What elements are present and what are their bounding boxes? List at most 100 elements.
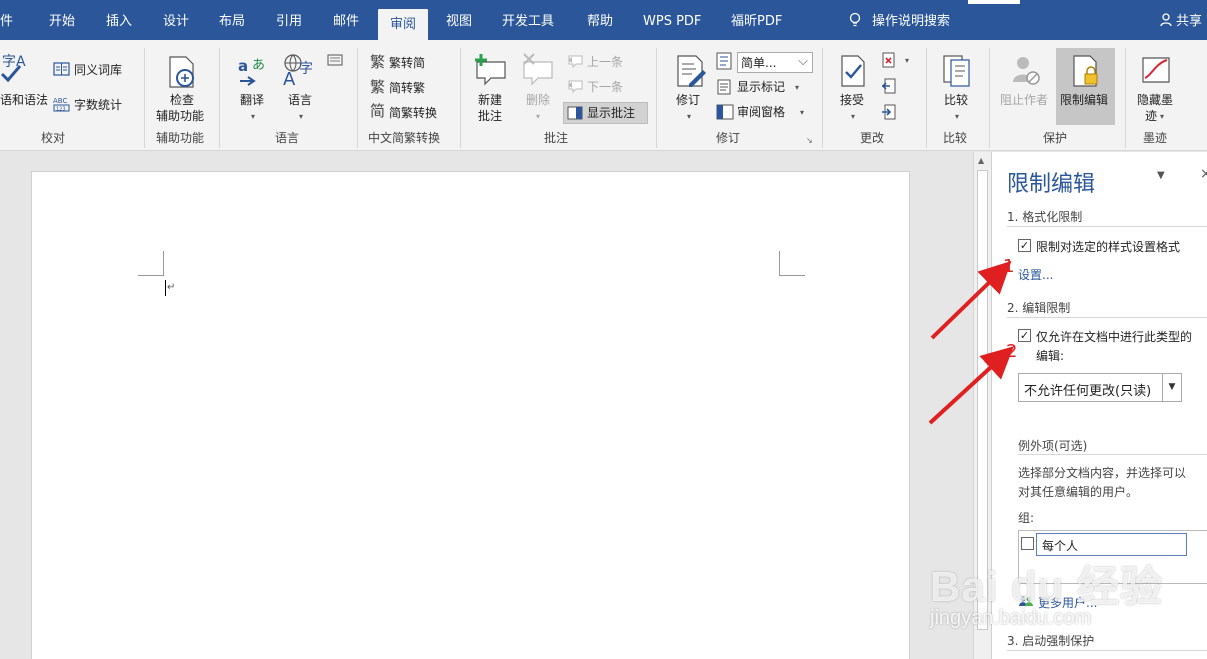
new-comment-label-1[interactable]: 新建: [478, 92, 502, 108]
block-authors-icon[interactable]: [1011, 54, 1043, 88]
convert-label[interactable]: 简繁转换: [389, 105, 437, 121]
tab-home[interactable]: 开始: [49, 11, 75, 33]
svg-text:字: 字: [299, 61, 313, 77]
translate-label[interactable]: 翻译: [240, 92, 264, 108]
tell-me-search[interactable]: 操作说明搜索: [848, 11, 950, 33]
format-restriction-label: 限制对选定的样式设置格式: [1036, 240, 1181, 254]
language-icon[interactable]: A 字: [281, 53, 321, 87]
next-comment-icon[interactable]: [566, 79, 584, 93]
delete-comment-label[interactable]: 删除: [526, 92, 550, 108]
tab-wps-pdf[interactable]: WPS PDF: [643, 11, 701, 33]
tab-review[interactable]: 审阅: [378, 9, 429, 40]
tab-help[interactable]: 帮助: [587, 11, 613, 33]
track-changes-label[interactable]: 修订: [676, 92, 700, 108]
share-label: 共享: [1176, 14, 1203, 29]
translate-icon[interactable]: a あ: [238, 55, 272, 89]
tab-layout[interactable]: 布局: [219, 11, 245, 33]
hide-ink-label-1[interactable]: 隐藏墨: [1137, 92, 1173, 108]
restrict-editing-icon: [1073, 55, 1098, 87]
simp-to-trad-label[interactable]: 简转繁: [389, 80, 425, 96]
chevron-down-icon[interactable]: ▾: [251, 112, 255, 121]
divider: [1007, 317, 1207, 318]
groups-label: 组:: [1018, 511, 1035, 525]
hide-ink-label-2[interactable]: 迹: [1145, 108, 1157, 124]
chevron-down-icon[interactable]: ▾: [851, 112, 855, 121]
word-count-label[interactable]: 字数统计: [74, 97, 122, 113]
trad-to-simp-label[interactable]: 繁转简: [389, 55, 425, 71]
hide-ink-icon[interactable]: [1139, 52, 1175, 86]
accept-label[interactable]: 接受: [840, 92, 864, 108]
chevron-down-icon[interactable]: ▾: [800, 108, 804, 117]
everyone-checkbox[interactable]: [1021, 537, 1034, 550]
tab-file[interactable]: 件: [0, 11, 13, 33]
previous-comment-label[interactable]: 上一条: [587, 54, 623, 70]
svg-text:あ: あ: [252, 58, 265, 73]
track-changes-icon[interactable]: [675, 54, 707, 88]
group-separator: [1125, 48, 1126, 148]
chevron-down-icon[interactable]: ▾: [687, 112, 691, 121]
spelling-check-icon[interactable]: 字A: [0, 52, 30, 88]
check-label-1[interactable]: 检查: [170, 92, 194, 108]
word-count-icon[interactable]: ABC 123: [53, 96, 71, 112]
chevron-down-icon[interactable]: ▾: [905, 56, 909, 65]
next-comment-label[interactable]: 下一条: [587, 79, 623, 95]
annotation-number-2: 2: [1006, 341, 1018, 362]
accept-change-icon[interactable]: [839, 54, 867, 88]
tab-mailings[interactable]: 邮件: [333, 11, 359, 33]
dialog-launcher-icon[interactable]: ↘: [806, 136, 813, 145]
tab-references[interactable]: 引用: [276, 11, 302, 33]
thesaurus-label[interactable]: 同义词库: [74, 62, 122, 78]
restrict-editing-label: 限制编辑: [1060, 93, 1109, 107]
format-restriction-checkbox[interactable]: ✓: [1018, 239, 1031, 252]
svg-text:ABC: ABC: [53, 97, 67, 105]
pane-options-icon[interactable]: ▼: [1157, 170, 1165, 181]
reviewing-pane-label[interactable]: 审阅窗格: [737, 104, 785, 120]
show-markup-label[interactable]: 显示标记: [737, 79, 785, 95]
tab-design[interactable]: 设计: [163, 11, 189, 33]
block-authors-label[interactable]: 阻止作者: [1000, 92, 1048, 108]
accessibility-check-icon[interactable]: [166, 55, 198, 89]
markup-display-select[interactable]: 简单... ⌵: [737, 52, 813, 73]
group-label-changes: 更改: [860, 131, 885, 145]
chevron-down-icon[interactable]: ▾: [955, 112, 959, 121]
language-label[interactable]: 语言: [288, 92, 312, 108]
enforce-protection-heading: 3. 启动强制保护: [1007, 634, 1095, 648]
close-icon[interactable]: ×: [1200, 166, 1207, 182]
group-label-comments: 批注: [544, 131, 569, 145]
scroll-up-icon[interactable]: ▲: [978, 156, 984, 165]
exceptions-heading: 例外项(可选): [1018, 439, 1088, 453]
markup-display-icon: [716, 52, 732, 70]
editing-restriction-label-2: 编辑:: [1036, 349, 1065, 363]
convert-char-icon[interactable]: 简: [370, 103, 385, 119]
chevron-down-icon[interactable]: ▾: [1160, 112, 1164, 121]
chevron-down-icon[interactable]: ▾: [536, 112, 540, 121]
tab-foxit-pdf[interactable]: 福昕PDF: [731, 11, 782, 33]
previous-comment-icon[interactable]: [566, 54, 584, 68]
new-comment-icon[interactable]: [473, 52, 509, 86]
group-label-proofing: 校对: [41, 131, 66, 145]
editing-restriction-checkbox[interactable]: ✓: [1018, 329, 1031, 342]
share-button[interactable]: 共享: [1160, 11, 1202, 33]
simplified-char-icon[interactable]: 繁: [370, 79, 385, 95]
document-page[interactable]: ↵: [31, 171, 910, 659]
spelling-grammar-label[interactable]: 语和语法: [0, 92, 48, 108]
compare-icon[interactable]: [942, 54, 972, 88]
editing-type-select[interactable]: 不允许任何更改(只读) ▼: [1018, 373, 1182, 402]
delete-comment-icon[interactable]: [520, 52, 556, 86]
new-comment-label-2[interactable]: 批注: [478, 108, 502, 124]
tab-developer[interactable]: 开发工具: [502, 11, 554, 33]
chevron-down-icon[interactable]: ▾: [299, 112, 303, 121]
check-label-2[interactable]: 辅助功能: [156, 108, 204, 124]
tab-insert[interactable]: 插入: [106, 11, 132, 33]
thesaurus-icon[interactable]: [53, 62, 70, 76]
reject-change-icon[interactable]: [881, 52, 897, 68]
next-change-icon[interactable]: [881, 104, 897, 120]
settings-link[interactable]: 设置...: [1018, 266, 1053, 283]
chevron-down-icon[interactable]: ▾: [795, 83, 799, 92]
keyboard-icon[interactable]: [327, 54, 343, 66]
compare-label[interactable]: 比较: [944, 92, 968, 108]
previous-change-icon[interactable]: [881, 78, 897, 94]
traditional-char-icon[interactable]: 繁: [370, 54, 385, 70]
tab-view[interactable]: 视图: [446, 11, 472, 33]
group-separator: [460, 48, 461, 148]
